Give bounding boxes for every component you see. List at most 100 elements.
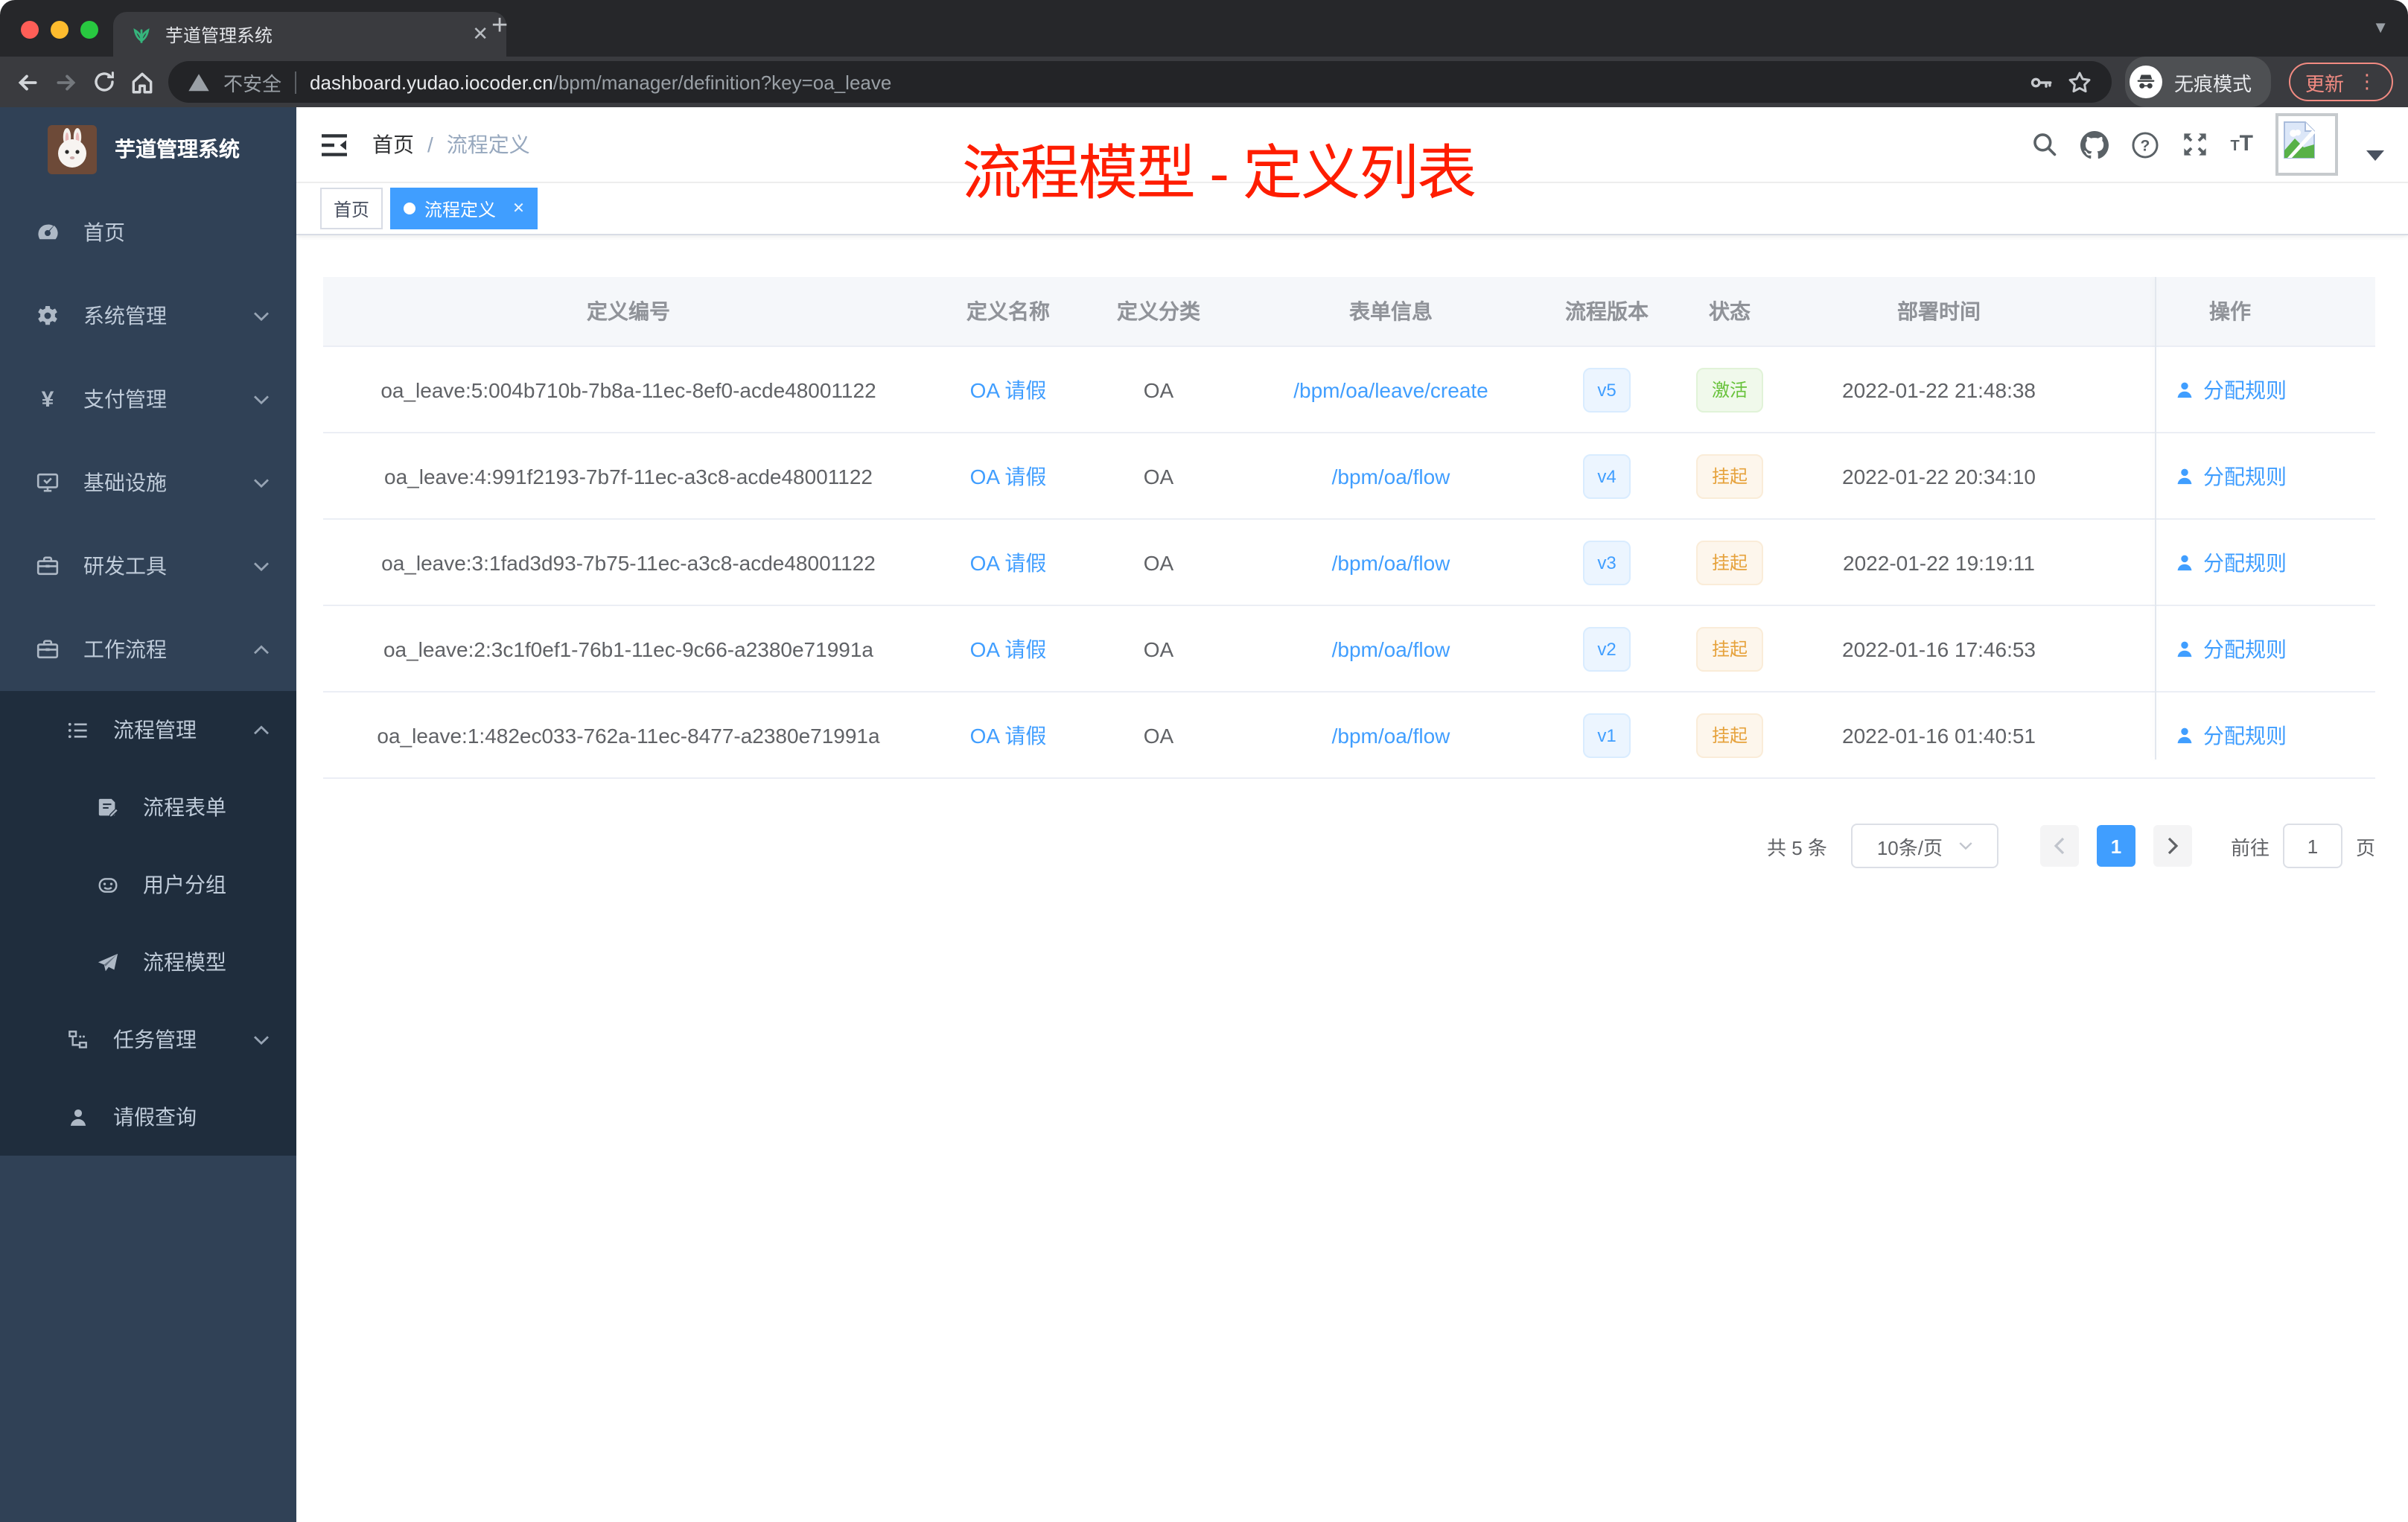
chevron-down-icon	[253, 561, 270, 571]
sidebar: 芋道管理系统 首页 系统管理 ¥ 支付管理 基础设施 研发工具 工作流程 流程管…	[0, 107, 296, 1522]
sidebar-item-home[interactable]: 首页	[0, 191, 296, 274]
prev-page-button[interactable]	[2039, 825, 2079, 867]
url-path: /bpm/manager/definition?key=oa_leave	[552, 71, 892, 93]
assign-rule-action[interactable]: 分配规则	[2173, 375, 2287, 404]
help-question-icon[interactable]: ?	[2130, 130, 2159, 159]
assign-rule-link[interactable]: 分配规则	[2203, 720, 2287, 750]
sidebar-item-process-management[interactable]: 流程管理	[0, 691, 296, 768]
page-number-1[interactable]: 1	[2096, 825, 2135, 867]
font-size-icon[interactable]: TT	[2230, 133, 2253, 156]
user-avatar[interactable]	[2275, 113, 2338, 176]
tag-process-definition[interactable]: 流程定义 ✕	[390, 188, 538, 229]
goto-label: 前往	[2230, 836, 2270, 859]
cell-definition-id: oa_leave:5:004b710b-7b8a-11ec-8ef0-acde4…	[323, 346, 934, 433]
app-title: 芋道管理系统	[115, 137, 240, 161]
sidebar-item-payment[interactable]: ¥ 支付管理	[0, 357, 296, 441]
assign-rule-action[interactable]: 分配规则	[2173, 461, 2287, 491]
tab-close-icon[interactable]: ✕	[472, 22, 488, 46]
definition-name-link[interactable]: OA 请假	[970, 723, 1047, 747]
tab-title: 芋道管理系统	[165, 25, 273, 45]
monitor-icon	[36, 471, 60, 494]
new-tab-button[interactable]: +	[491, 10, 508, 43]
reload-icon[interactable]	[92, 70, 116, 94]
password-key-icon[interactable]	[2028, 69, 2054, 95]
user-icon	[2176, 468, 2191, 484]
tab-search-caret-icon[interactable]: ▼	[2372, 19, 2389, 37]
user-icon	[2176, 727, 2191, 743]
dashboard-gauge-icon	[36, 220, 60, 244]
sidebar-item-label: 首页	[83, 220, 125, 244]
assign-rule-link[interactable]: 分配规则	[2203, 461, 2287, 491]
table-row: oa_leave:4:991f2193-7b7f-11ec-a3c8-acde4…	[323, 433, 2375, 520]
fullscreen-icon[interactable]	[2181, 131, 2208, 158]
sidebar-item-leave-query[interactable]: 请假查询	[0, 1078, 296, 1156]
definition-name-link[interactable]: OA 请假	[970, 464, 1047, 488]
home-icon[interactable]	[130, 69, 155, 95]
cell-definition-id: oa_leave:4:991f2193-7b7f-11ec-a3c8-acde4…	[323, 433, 934, 520]
status-badge: 挂起	[1696, 540, 1762, 585]
back-icon[interactable]	[15, 69, 40, 95]
avatar-dropdown-caret-icon[interactable]	[2366, 150, 2384, 160]
next-page-button[interactable]	[2153, 825, 2192, 867]
close-window-button[interactable]	[21, 21, 39, 39]
form-link[interactable]: /bpm/oa/leave/create	[1293, 378, 1488, 401]
svg-text:?: ?	[2140, 137, 2150, 154]
form-link[interactable]: /bpm/oa/flow	[1332, 723, 1450, 747]
chevron-down-icon	[1958, 841, 1972, 850]
sidebar-item-infrastructure[interactable]: 基础设施	[0, 441, 296, 524]
screen: 芋道管理系统 ✕ + ▼ 不安全 dashboard.yudao.iocoder…	[0, 0, 2408, 1522]
browser-update-button[interactable]: 更新 ⋮	[2288, 63, 2393, 101]
sidebar-item-process-form[interactable]: 流程表单	[0, 768, 296, 846]
navbar-actions: ? TT	[2030, 113, 2384, 176]
tree-icon	[66, 1028, 89, 1051]
workflow-submenu: 流程管理 流程表单 用户分组 流程模型 任务管理 请假查询	[0, 691, 296, 1156]
chevron-up-icon	[253, 644, 270, 655]
form-link[interactable]: /bpm/oa/flow	[1332, 550, 1450, 574]
search-icon[interactable]	[2030, 131, 2057, 158]
cell-definition-id: oa_leave:3:1fad3d93-7b75-11ec-a3c8-acde4…	[323, 519, 934, 606]
minimize-window-button[interactable]	[51, 21, 69, 39]
definition-name-link[interactable]: OA 请假	[970, 550, 1047, 574]
assign-rule-action[interactable]: 分配规则	[2173, 634, 2287, 663]
github-icon[interactable]	[2080, 130, 2109, 159]
app-logo[interactable]: 芋道管理系统	[0, 107, 296, 191]
form-link[interactable]: /bpm/oa/flow	[1332, 464, 1450, 488]
browser-toolbar: 不安全 dashboard.yudao.iocoder.cn/bpm/manag…	[0, 57, 2408, 107]
sidebar-item-label: 任务管理	[113, 1028, 197, 1051]
browser-tab[interactable]: 芋道管理系统 ✕	[113, 12, 506, 57]
definition-name-link[interactable]: OA 请假	[970, 637, 1047, 660]
zoom-window-button[interactable]	[80, 21, 98, 39]
sidebar-collapse-icon[interactable]	[320, 132, 348, 157]
sidebar-item-user-group[interactable]: 用户分组	[0, 846, 296, 923]
assign-rule-link[interactable]: 分配规则	[2203, 634, 2287, 663]
gear-icon	[36, 304, 60, 328]
bookmark-star-icon[interactable]	[2067, 69, 2092, 95]
cell-deploy-time: 2022-01-16 17:46:53	[1793, 605, 2085, 692]
assign-rule-action[interactable]: 分配规则	[2173, 547, 2287, 577]
active-dot	[404, 203, 416, 214]
app-frame: 芋道管理系统 首页 系统管理 ¥ 支付管理 基础设施 研发工具 工作流程 流程管…	[0, 107, 2408, 1522]
definition-name-link[interactable]: OA 请假	[970, 378, 1047, 401]
browser-menu-icon[interactable]: ⋮	[2357, 70, 2377, 94]
sidebar-item-devtools[interactable]: 研发工具	[0, 524, 296, 608]
sidebar-item-workflow[interactable]: 工作流程	[0, 608, 296, 691]
sidebar-item-process-model[interactable]: 流程模型	[0, 923, 296, 1001]
assign-rule-link[interactable]: 分配规则	[2203, 547, 2287, 577]
goto-page-input[interactable]	[2282, 824, 2342, 868]
forward-icon[interactable]	[54, 69, 79, 95]
cell-deploy-time: 2022-01-22 19:19:11	[1793, 519, 2085, 606]
main-panel: 首页 / 流程定义 ? TT 首页 流程定义 ✕ 定义编号 定义名称 定义分类 …	[296, 107, 2408, 1522]
sidebar-item-label: 支付管理	[83, 387, 167, 411]
sidebar-item-system[interactable]: 系统管理	[0, 274, 296, 357]
breadcrumb-home[interactable]: 首页	[372, 130, 414, 159]
tag-close-icon[interactable]: ✕	[512, 200, 525, 217]
version-badge: v3	[1582, 540, 1631, 585]
tag-home[interactable]: 首页	[320, 188, 383, 229]
user-icon	[2176, 381, 2191, 398]
page-size-select[interactable]: 10条/页	[1850, 824, 1998, 868]
assign-rule-action[interactable]: 分配规则	[2173, 720, 2287, 750]
assign-rule-link[interactable]: 分配规则	[2203, 375, 2287, 404]
address-bar[interactable]: 不安全 dashboard.yudao.iocoder.cn/bpm/manag…	[168, 61, 2112, 103]
sidebar-item-task-management[interactable]: 任务管理	[0, 1001, 296, 1078]
form-link[interactable]: /bpm/oa/flow	[1332, 637, 1450, 660]
